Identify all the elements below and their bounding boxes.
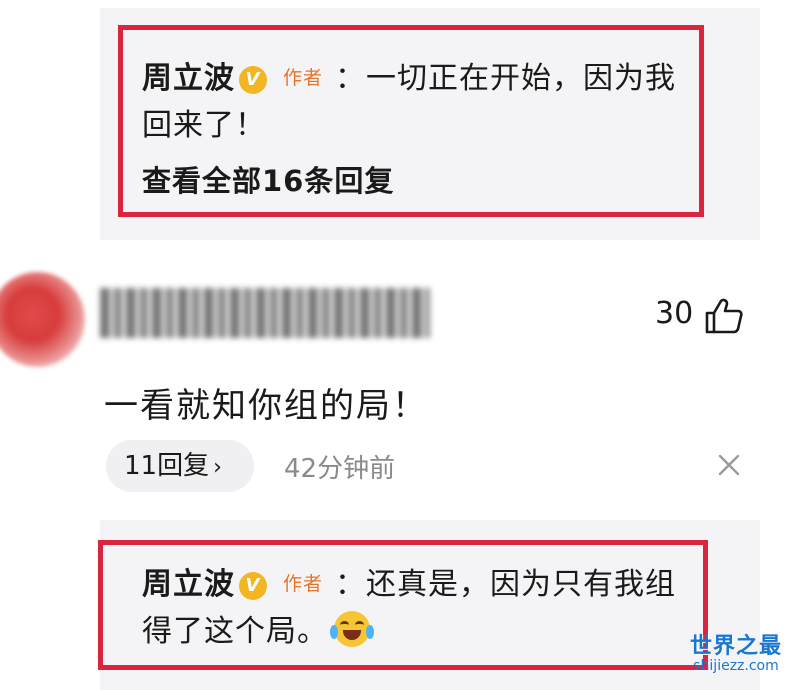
chevron-right-icon: ›	[213, 455, 222, 480]
top-reply-text-line1: ：一切正在开始，因为我	[335, 61, 677, 96]
comment-text: 一看就知你组的局！	[104, 386, 428, 426]
reply-count-button[interactable]: 11回复 ›	[106, 440, 254, 492]
comment-timestamp: 42分钟前	[284, 454, 396, 484]
verified-badge-icon: V	[239, 66, 267, 94]
bottom-reply-text-line2: 得了这个局。	[142, 614, 328, 649]
top-reply-line2: 回来了！	[142, 98, 266, 154]
bottom-reply-line2: 得了这个局。	[142, 604, 374, 660]
view-all-replies-link[interactable]: 查看全部16条回复	[142, 158, 394, 200]
masked-username	[100, 288, 430, 338]
like-count: 30	[655, 296, 694, 331]
watermark: 世界之最 shijiezz.com	[676, 628, 796, 674]
author-tag: 作者	[283, 67, 324, 89]
top-reply-author[interactable]: 周立波	[142, 61, 235, 96]
verified-badge-icon: V	[239, 572, 267, 600]
avatar[interactable]	[0, 272, 85, 367]
watermark-main: 世界之最	[689, 634, 782, 659]
watermark-sub: shijiezz.com	[693, 658, 779, 674]
laugh-cry-emoji-icon	[330, 611, 374, 647]
close-icon[interactable]	[716, 452, 742, 478]
reply-count-label: 11回复	[124, 451, 210, 481]
bottom-reply-author[interactable]: 周立波	[142, 567, 235, 602]
thumbs-up-icon[interactable]	[704, 298, 744, 334]
top-reply-text-line2: 回来了！	[142, 108, 266, 143]
bottom-reply-text-line1: ：还真是，因为只有我组	[335, 567, 677, 602]
